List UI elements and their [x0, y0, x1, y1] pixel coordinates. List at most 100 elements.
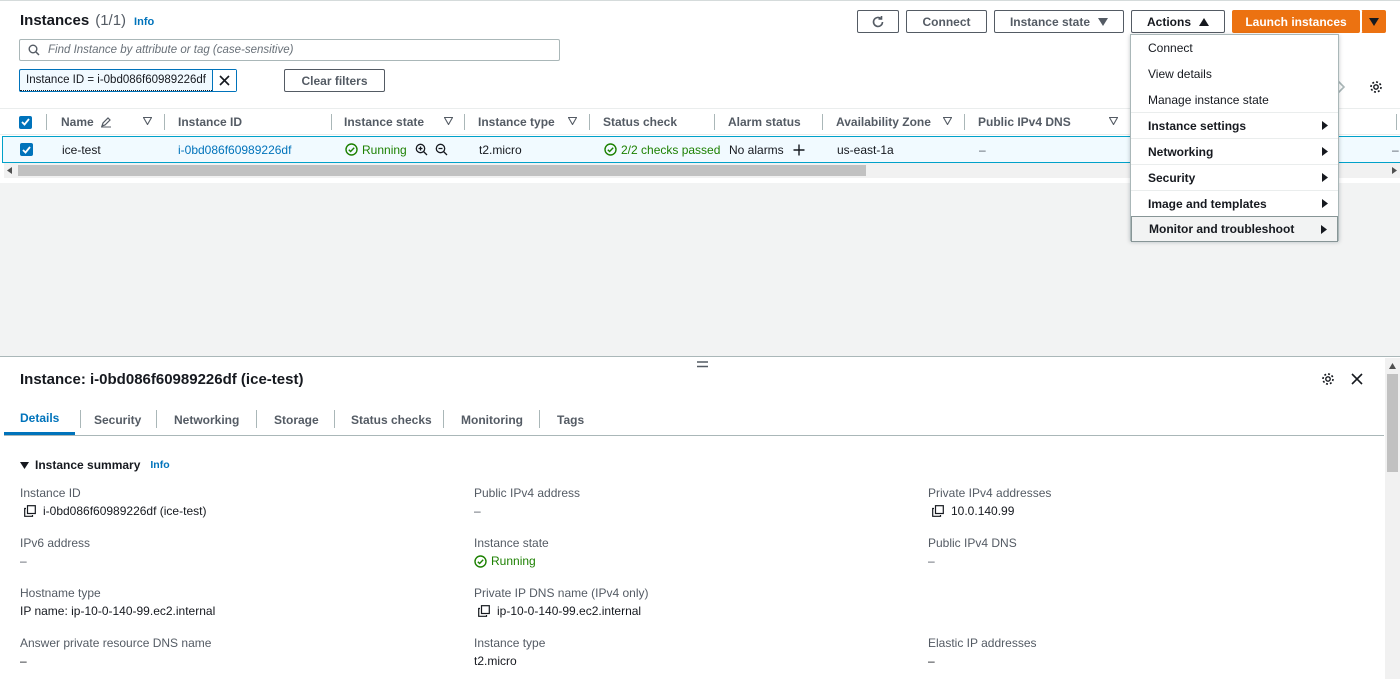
- row-checkbox[interactable]: [20, 137, 33, 162]
- clear-filters-button[interactable]: Clear filters: [284, 69, 385, 92]
- field-label-public-ipv4: Public IPv4 address: [474, 486, 581, 500]
- resize-handle-icon[interactable]: [697, 361, 708, 368]
- instance-id-link[interactable]: i-0bd086f60989226df: [178, 137, 291, 162]
- close-icon[interactable]: [1351, 373, 1363, 385]
- state-text: Running: [362, 142, 407, 157]
- cell-extra: –: [1392, 142, 1399, 157]
- sort-icon[interactable]: [568, 117, 577, 125]
- menu-item-image-and-templates[interactable]: Image and templates: [1131, 190, 1338, 216]
- sort-icon[interactable]: [943, 117, 952, 125]
- column-divider: [589, 114, 590, 130]
- copy-icon[interactable]: [24, 505, 36, 517]
- column-header-availability-zone[interactable]: Availability Zone: [836, 109, 931, 135]
- menu-item-instance-settings[interactable]: Instance settings: [1131, 112, 1338, 138]
- gear-icon[interactable]: [1321, 372, 1335, 386]
- submenu-arrow-icon: [1322, 121, 1328, 130]
- page-title-text: Instances: [20, 12, 90, 29]
- info-link[interactable]: Info: [134, 16, 154, 28]
- tab-networking[interactable]: Networking: [174, 404, 239, 435]
- column-header-instance-state[interactable]: Instance state: [344, 109, 424, 135]
- field-label-public-dns: Public IPv4 DNS: [928, 536, 1017, 550]
- refresh-icon: [872, 15, 884, 27]
- search-input[interactable]: Find Instance by attribute or tag (case-…: [19, 39, 560, 61]
- refresh-button[interactable]: [857, 10, 899, 33]
- checkbox[interactable]: [19, 115, 32, 129]
- scroll-right-icon[interactable]: [1391, 167, 1397, 174]
- detail-title: Instance: i-0bd086f60989226df (ice-test): [20, 371, 304, 388]
- edit-icon: [100, 117, 111, 128]
- column-divider: [714, 114, 715, 130]
- menu-item-label: Image and templates: [1148, 196, 1267, 211]
- submenu-arrow-icon: [1322, 147, 1328, 156]
- column-header-alarm-status[interactable]: Alarm status: [728, 109, 801, 135]
- tab-divider: [256, 410, 257, 428]
- zoom-out-icon[interactable]: [435, 137, 448, 162]
- cell-availability-zone: us-east-1a: [837, 142, 894, 157]
- check-circle-icon: [604, 143, 617, 156]
- tab-monitoring[interactable]: Monitoring: [461, 404, 523, 435]
- cell-public-dns: –: [979, 142, 986, 157]
- column-header-public-dns[interactable]: Public IPv4 DNS: [978, 109, 1071, 135]
- tab-details[interactable]: Details: [4, 404, 76, 435]
- sort-icon[interactable]: [1109, 117, 1118, 125]
- field-value-ipv6: –: [20, 554, 27, 568]
- checkbox[interactable]: [20, 143, 33, 156]
- summary-title: Instance summary: [35, 458, 141, 472]
- column-header-name[interactable]: Name: [61, 109, 112, 135]
- column-header-instance-type[interactable]: Instance type: [478, 109, 555, 135]
- page-title: Instances (1/1) Info: [20, 12, 154, 29]
- select-all-checkbox[interactable]: [19, 109, 32, 135]
- check-icon: [21, 118, 30, 126]
- instance-state-button[interactable]: Instance state: [994, 10, 1124, 33]
- field-value-public-ipv4: –: [474, 504, 481, 518]
- tab-tags[interactable]: Tags: [557, 404, 584, 435]
- column-divider: [464, 114, 465, 130]
- connect-button[interactable]: Connect: [906, 10, 987, 33]
- tab-divider: [156, 410, 157, 428]
- menu-item-connect[interactable]: Connect: [1131, 35, 1338, 61]
- add-alarm-icon[interactable]: [793, 137, 805, 162]
- filter-token[interactable]: Instance ID = i-0bd086f60989226df: [19, 69, 237, 92]
- submenu-arrow-icon: [1322, 199, 1328, 208]
- instance-summary-header[interactable]: Instance summary Info: [20, 458, 170, 472]
- menu-item-manage-instance-state[interactable]: Manage instance state: [1131, 87, 1338, 113]
- tab-storage[interactable]: Storage: [274, 404, 319, 435]
- remove-filter-button[interactable]: [212, 70, 236, 91]
- scroll-up-icon[interactable]: [1389, 363, 1396, 369]
- instance-count: (1/1): [95, 12, 127, 29]
- sort-icon[interactable]: [143, 117, 152, 125]
- info-link[interactable]: Info: [150, 459, 169, 471]
- launch-instances-button[interactable]: Launch instances: [1232, 10, 1360, 33]
- column-divider: [822, 114, 823, 130]
- menu-item-label: Monitor and troubleshoot: [1149, 222, 1295, 236]
- status-check-text: 2/2 checks passed: [621, 142, 721, 157]
- tab-status-checks[interactable]: Status checks: [351, 404, 432, 435]
- field-value-public-dns: –: [928, 554, 935, 568]
- launch-dropdown-button[interactable]: [1361, 10, 1386, 33]
- zoom-in-icon[interactable]: [415, 137, 428, 162]
- tab-divider: [80, 410, 81, 428]
- tab-security[interactable]: Security: [94, 404, 141, 435]
- tab-divider: [443, 410, 444, 428]
- menu-item-security[interactable]: Security: [1131, 164, 1338, 190]
- scrollbar-thumb[interactable]: [1387, 374, 1398, 472]
- copy-icon[interactable]: [478, 605, 490, 617]
- menu-item-networking[interactable]: Networking: [1131, 138, 1338, 164]
- sort-icon[interactable]: [444, 117, 453, 125]
- actions-button[interactable]: Actions: [1131, 10, 1225, 33]
- scrollbar-thumb[interactable]: [18, 165, 866, 176]
- menu-item-label: Security: [1148, 170, 1196, 185]
- tab-divider: [539, 410, 540, 428]
- vertical-scrollbar[interactable]: [1385, 358, 1400, 679]
- gear-icon[interactable]: [1369, 80, 1383, 94]
- menu-item-label: Instance settings: [1148, 118, 1247, 133]
- menu-item-monitor-and-troubleshoot[interactable]: Monitor and troubleshoot: [1131, 216, 1338, 242]
- column-header-instance-id[interactable]: Instance ID: [178, 109, 242, 135]
- menu-item-view-details[interactable]: View details: [1131, 61, 1338, 87]
- value-text: 10.0.140.99: [951, 504, 1015, 518]
- cell-instance-type: t2.micro: [479, 142, 522, 157]
- scroll-left-icon[interactable]: [7, 167, 13, 174]
- field-value-private-ipv4: 10.0.140.99: [932, 504, 1014, 518]
- column-header-status-check[interactable]: Status check: [603, 109, 677, 135]
- copy-icon[interactable]: [932, 505, 944, 517]
